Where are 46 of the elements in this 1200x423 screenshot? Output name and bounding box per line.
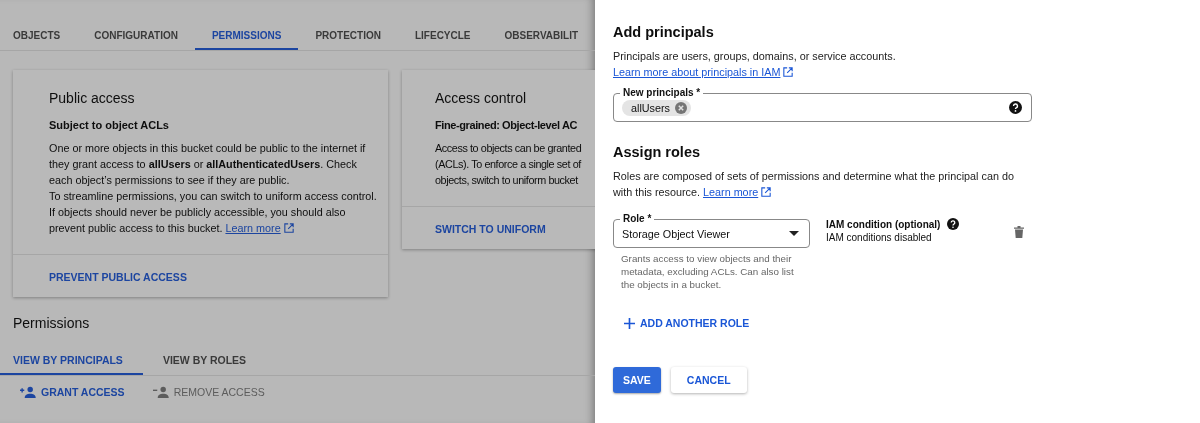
delete-icon[interactable] [1014,226,1024,238]
cancel-button[interactable]: CANCEL [670,366,747,393]
section-title: Permissions [12,314,91,333]
external-link-icon [783,67,794,77]
switch-to-uniform-button[interactable]: SWITCH TO UNIFORM [435,223,546,235]
tab[interactable]: OBJECTS [0,22,78,50]
card-title: Access control [435,89,528,108]
view-tab[interactable]: VIEW BY PRINCIPALS [0,347,143,375]
card-paragraph: To streamline permissions, you can switch to uniform access control. If objects should never be publicly accessible, you should also prevent public access to this bucket. Learn more [49,189,378,236]
panel-description: Principals are users, groups, domains, or service accounts. Learn more about principals in IAM [613,49,897,80]
iam-condition-value: IAM conditions disabled [826,232,933,243]
tab[interactable]: LIFECYCLE [397,22,488,50]
caret-icon [789,231,799,236]
role-hint: Grants access to view objects and their metadata, excluding ACLs. Can also list the objects in a bucket. [620,252,795,292]
section-description: Roles are composed of sets of permissions and determine what the principal can do with this resource. Learn more [613,169,1015,200]
card-subtitle: Fine-grained: Object-level AC [435,118,579,133]
tab[interactable]: CONFIGURATION [77,22,195,50]
help-icon[interactable] [947,218,960,230]
tab[interactable]: OBSERVABILIT [487,22,595,50]
card-subtitle: Subject to object ACLs [49,118,170,133]
help-icon[interactable] [1009,101,1022,114]
tab[interactable]: PROTECTION [298,22,398,50]
card-text-line: Access to objects can be granted [435,141,583,156]
save-button[interactable]: SAVE [613,366,661,393]
section-title: Assign roles [613,143,702,162]
iam-condition-label: IAM condition (optional) [826,218,941,230]
add-another-role-button[interactable]: ADD ANOTHER ROLE [624,317,750,329]
prevent-public-access-button[interactable]: PREVENT PUBLIC ACCESS [49,271,187,283]
panel-title: Add principals [613,23,715,42]
person-add-icon [20,386,37,398]
remove-icon[interactable] [675,101,687,114]
plus-icon [624,317,635,329]
external-link-icon [761,187,772,197]
learn-more-link[interactable]: Learn more about principals in IAM [613,66,781,78]
grant-access-button[interactable]: GRANT ACCESS [20,386,125,398]
card-paragraph: One or more objects in this bucket could be public to the internet if they grant access to allUsers or allAuthenticatedUsers. Check each object’s permissions to see if they are public. [49,141,367,188]
card-text-line: objects, switch to uniform bucket [435,173,579,188]
principal-chip[interactable]: allUsers [622,99,691,116]
view-tab[interactable]: VIEW BY ROLES [142,347,267,375]
person-remove-icon [152,386,170,398]
learn-more-link[interactable]: Learn more [703,186,759,198]
external-link-icon [283,223,294,233]
card-title: Public access [49,89,136,108]
card-text-line: (ACLs). To enforce a single set of [435,157,583,172]
tab[interactable]: PERMISSIONS [194,22,299,50]
learn-more-link[interactable]: Learn more [225,222,281,234]
